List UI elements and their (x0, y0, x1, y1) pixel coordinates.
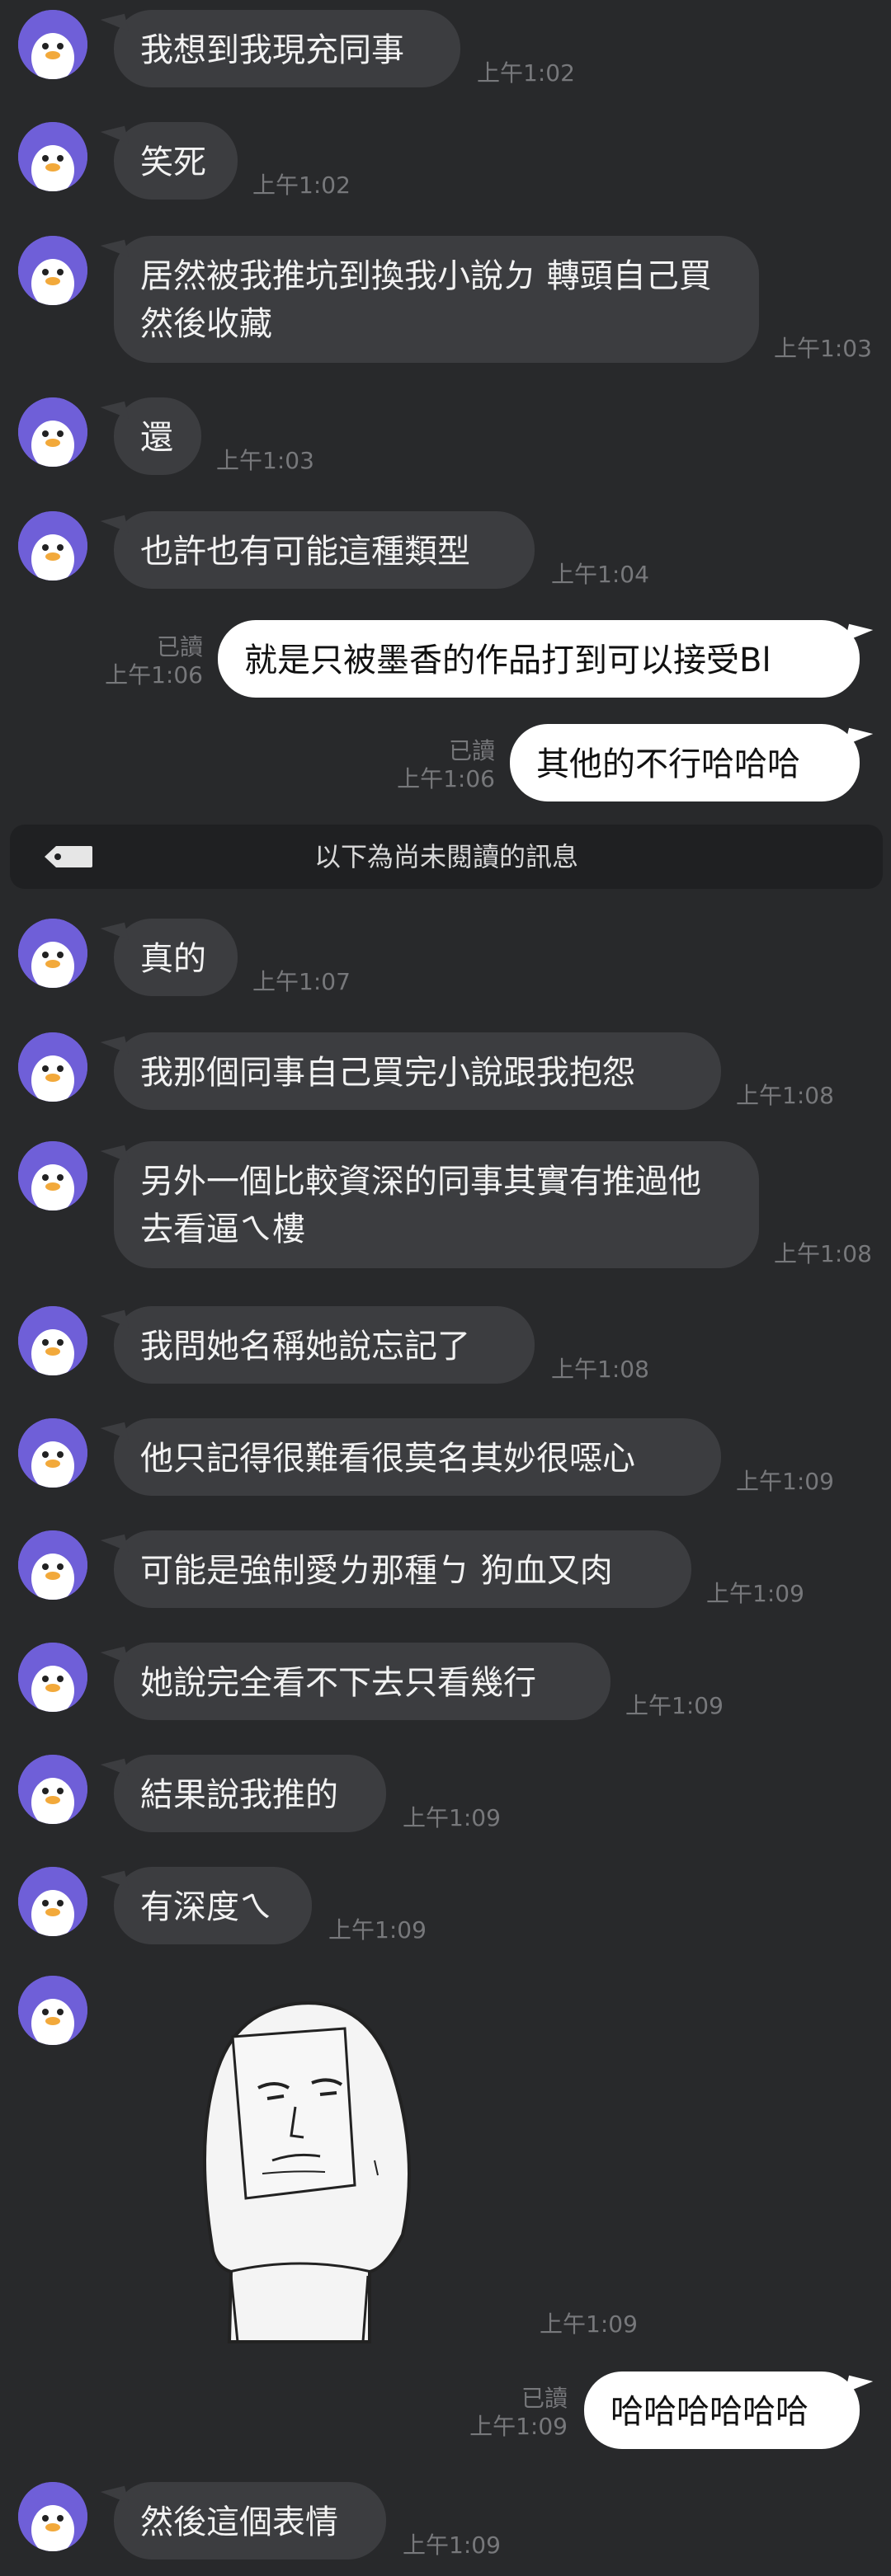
avatar[interactable] (18, 1306, 87, 1375)
message-time: 上午1:04 (551, 561, 649, 588)
message-time: 上午1:09 (469, 2413, 568, 2440)
avatar[interactable] (18, 1643, 87, 1712)
message-bubble[interactable]: 我問她名稱她說忘記了 (114, 1306, 535, 1384)
message-bubble[interactable]: 我那個同事自己買完小說跟我抱怨 (114, 1032, 721, 1110)
message-bubble[interactable]: 真的 (114, 919, 238, 996)
message-time: 上午1:02 (477, 59, 575, 87)
message-bubble[interactable]: 其他的不行哈哈哈 (510, 724, 860, 801)
avatar[interactable] (18, 1530, 87, 1600)
avatar[interactable] (18, 1141, 87, 1210)
avatar[interactable] (18, 1418, 87, 1488)
message-bubble[interactable]: 還 (114, 397, 201, 475)
avatar[interactable] (18, 1032, 87, 1102)
message-bubble[interactable]: 可能是強制愛ㄌ那種ㄅ 狗血又肉 (114, 1530, 691, 1608)
avatar[interactable] (18, 1976, 87, 2045)
read-receipt: 已讀 (521, 2385, 568, 2412)
message-time: 上午1:08 (774, 1240, 872, 1267)
message-time: 上午1:09 (625, 1692, 724, 1719)
avatar[interactable] (18, 1867, 87, 1936)
message-bubble[interactable]: 哈哈哈哈哈哈 (584, 2372, 860, 2449)
message-time: 上午1:09 (706, 1580, 804, 1607)
avatar[interactable] (18, 919, 87, 988)
message-bubble[interactable]: 笑死 (114, 122, 238, 200)
message-time: 上午1:06 (397, 765, 495, 792)
message-time: 上午1:09 (403, 1804, 501, 1831)
message-bubble[interactable]: 也許也有可能這種類型 (114, 511, 535, 589)
read-receipt: 已讀 (156, 633, 203, 660)
message-bubble[interactable]: 就是只被墨香的作品打到可以接受Bl (218, 620, 860, 698)
message-bubble[interactable]: 他只記得很難看很莫名其妙很噁心 (114, 1418, 721, 1496)
message-bubble[interactable]: 有深度ㄟ (114, 1867, 312, 1944)
message-bubble[interactable]: 然後這個表情 (114, 2482, 386, 2560)
message-time: 上午1:09 (403, 2531, 501, 2559)
message-time: 上午1:08 (551, 1356, 649, 1383)
avatar[interactable] (18, 122, 87, 191)
read-receipt: 已讀 (448, 737, 495, 764)
message-bubble[interactable]: 另外一個比較資深的同事其實有推過他去看逼ㄟ樓 (114, 1141, 759, 1268)
message-time: 上午1:07 (252, 968, 351, 995)
message-bubble[interactable]: 結果說我推的 (114, 1755, 386, 1832)
message-time: 上午1:06 (105, 661, 203, 689)
avatar[interactable] (18, 10, 87, 79)
message-time: 上午1:09 (540, 2310, 638, 2338)
avatar[interactable] (18, 397, 87, 467)
meme-face-sticker-icon[interactable] (180, 1987, 427, 2350)
message-time: 上午1:03 (774, 335, 872, 362)
message-bubble[interactable]: 居然被我推坑到換我小說ㄉ 轉頭自己買然後收藏 (114, 236, 759, 363)
unread-divider: 以下為尚未閱讀的訊息 (10, 825, 883, 889)
message-time: 上午1:09 (328, 1916, 427, 1944)
unread-divider-label: 以下為尚未閱讀的訊息 (314, 841, 578, 872)
avatar[interactable] (18, 2482, 87, 2551)
message-bubble[interactable]: 她說完全看不下去只看幾行 (114, 1643, 610, 1720)
message-time: 上午1:09 (736, 1468, 834, 1495)
message-time: 上午1:02 (252, 172, 351, 199)
message-time: 上午1:03 (216, 447, 314, 474)
avatar[interactable] (18, 511, 87, 581)
avatar[interactable] (18, 236, 87, 305)
message-time: 上午1:08 (736, 1082, 834, 1109)
message-bubble[interactable]: 我想到我現充同事 (114, 10, 460, 87)
avatar[interactable] (18, 1755, 87, 1824)
